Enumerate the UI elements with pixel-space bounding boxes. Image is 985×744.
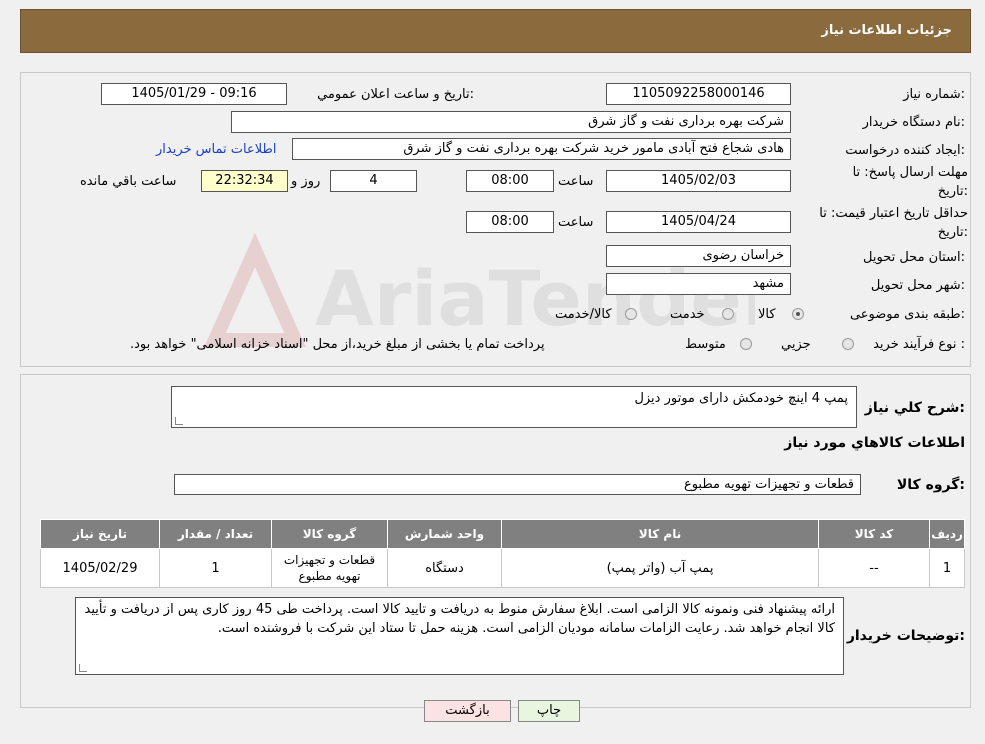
reply-deadline-date-field: 1405/02/03 bbox=[606, 170, 791, 192]
need-number-label: شماره نیاز: bbox=[903, 87, 965, 102]
buyer-org-field: شرکت بهره برداری نفت و گاز شرق bbox=[231, 111, 791, 133]
col-need-date: تاریخ نیاز bbox=[40, 519, 160, 549]
items-table: رديف کد کالا نام کالا واحد شمارش گروه کا… bbox=[40, 519, 965, 588]
col-group: گروه کالا bbox=[271, 519, 388, 549]
category-service-radio[interactable] bbox=[722, 308, 734, 320]
summary-textarea[interactable]: پمپ 4 اینچ خودمکش دارای موتور دیزل bbox=[171, 386, 857, 428]
resize-grip-icon[interactable] bbox=[79, 664, 87, 672]
province-label: استان محل تحویل: bbox=[863, 250, 965, 265]
col-name: نام کالا bbox=[501, 519, 819, 549]
reply-deadline-label-2: تاریخ: bbox=[937, 184, 968, 199]
goods-group-label: گروه کالا: bbox=[896, 477, 965, 493]
price-validity-label-2: تاریخ: bbox=[937, 225, 968, 240]
category-goods-service-radio[interactable] bbox=[625, 308, 637, 320]
remaining-days-field: 4 bbox=[330, 170, 417, 192]
reply-deadline-time-field: 08:00 bbox=[466, 170, 554, 192]
buyer-notes-textarea[interactable]: ارائه پیشنهاد فنی ونمونه کالا الزامی است… bbox=[75, 597, 844, 675]
back-button[interactable]: بازگشت bbox=[424, 700, 511, 722]
col-code: کد کالا bbox=[818, 519, 930, 549]
goods-info-title: اطلاعات کالاهاي مورد نياز bbox=[784, 435, 965, 451]
cell-group: قطعات و تجهیزات تهویه مطبوع bbox=[271, 548, 388, 588]
remaining-time-label: ساعت باقي مانده bbox=[80, 174, 177, 189]
cell-row: 1 bbox=[929, 548, 965, 588]
price-validity-date-field: 1405/04/24 bbox=[606, 211, 791, 233]
print-button[interactable]: چاپ bbox=[518, 700, 580, 722]
col-unit: واحد شمارش bbox=[387, 519, 502, 549]
cell-need-date: 1405/02/29 bbox=[40, 548, 160, 588]
remaining-time-field: 22:32:34 bbox=[201, 170, 288, 192]
process-payment-note: پرداخت تمام یا بخشی از مبلغ خرید،از محل … bbox=[130, 337, 545, 352]
requester-label: ایجاد کننده درخواست: bbox=[845, 143, 965, 158]
announce-datetime-field: 1405/01/29 - 09:16 bbox=[101, 83, 287, 105]
city-label: شهر محل تحویل: bbox=[870, 278, 965, 293]
goods-group-field: قطعات و تجهیزات تهویه مطبوع bbox=[174, 474, 861, 495]
requester-field: هادی شجاع فتح آبادی مامور خرید شرکت بهره… bbox=[292, 138, 791, 160]
process-minor-radio[interactable] bbox=[842, 338, 854, 350]
category-label: طبقه بندی موضوعی: bbox=[849, 307, 965, 322]
buyer-contact-link[interactable]: اطلاعات تماس خریدار bbox=[156, 142, 276, 157]
cell-unit: دستگاه bbox=[387, 548, 502, 588]
resize-grip-icon[interactable] bbox=[175, 417, 183, 425]
category-goods-label: کالا bbox=[758, 307, 776, 322]
price-validity-time-field: 08:00 bbox=[466, 211, 554, 233]
cell-name: پمپ آب (واتر پمپ) bbox=[501, 548, 819, 588]
col-quantity: تعداد / مقدار bbox=[159, 519, 272, 549]
reply-deadline-label: مهلت ارسال پاسخ: تا bbox=[852, 165, 968, 180]
cell-code: -- bbox=[818, 548, 930, 588]
price-validity-time-label: ساعت bbox=[558, 215, 594, 230]
page-header: جزئیات اطلاعات نیاز bbox=[20, 9, 971, 53]
announce-datetime-label: تاریخ و ساعت اعلان عمومي: bbox=[317, 87, 474, 102]
category-goods-radio[interactable] bbox=[792, 308, 804, 320]
summary-label: شرح کلي نياز: bbox=[864, 400, 965, 416]
reply-deadline-time-label: ساعت bbox=[558, 174, 594, 189]
process-minor-label: جزيي bbox=[781, 337, 811, 352]
category-service-label: خدمت bbox=[670, 307, 705, 322]
page-title: جزئیات اطلاعات نیاز bbox=[821, 23, 952, 38]
process-type-label: نوع فرآیند خرید : bbox=[873, 337, 965, 352]
category-goods-service-label: کالا/خدمت bbox=[555, 307, 612, 322]
city-field: مشهد bbox=[606, 273, 791, 295]
process-medium-label: متوسط bbox=[685, 337, 726, 352]
remaining-days-label: روز و bbox=[291, 174, 321, 189]
col-row: رديف bbox=[929, 519, 965, 549]
cell-quantity: 1 bbox=[159, 548, 272, 588]
items-table-header: رديف کد کالا نام کالا واحد شمارش گروه کا… bbox=[40, 519, 965, 549]
province-field: خراسان رضوی bbox=[606, 245, 791, 267]
buyer-notes-text: ارائه پیشنهاد فنی ونمونه کالا الزامی است… bbox=[84, 602, 835, 636]
price-validity-label: حداقل تاریخ اعتبار قیمت: تا bbox=[819, 206, 968, 221]
summary-text: پمپ 4 اینچ خودمکش دارای موتور دیزل bbox=[634, 391, 848, 406]
buyer-org-label: نام دستگاه خریدار: bbox=[862, 115, 965, 130]
process-medium-radio[interactable] bbox=[740, 338, 752, 350]
buyer-notes-label: توضیحات خریدار: bbox=[846, 628, 965, 644]
table-row: 1 -- پمپ آب (واتر پمپ) دستگاه قطعات و تج… bbox=[40, 548, 965, 588]
need-number-field: 1105092258000146 bbox=[606, 83, 791, 105]
